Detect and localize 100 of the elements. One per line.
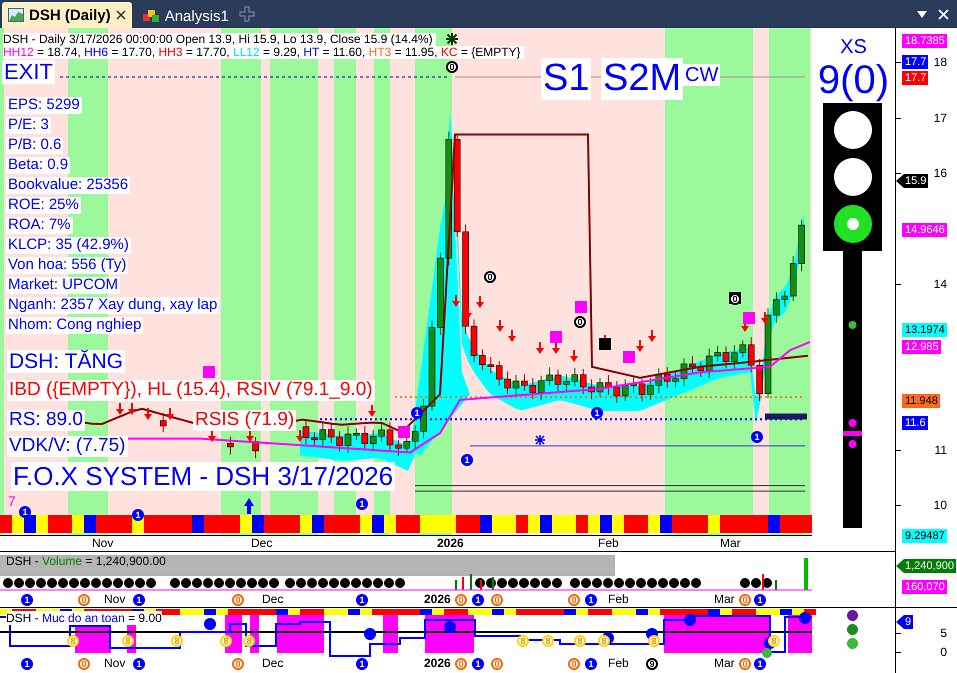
signal-marker: 1: [356, 594, 368, 606]
signal-square: [599, 338, 611, 350]
signal-marker: 8: [648, 635, 660, 647]
sell-arrow-icon: [452, 295, 460, 307]
price-tag: 9.29487: [902, 529, 947, 543]
level-dot: [684, 614, 696, 626]
fundamental-label: Beta: 0.9: [6, 157, 70, 174]
date-label: Dec: [262, 656, 284, 670]
candlestick: [563, 374, 570, 392]
price-tag: 160,070: [902, 580, 947, 594]
date-label: Dec: [262, 592, 284, 606]
sell-arrow-icon: [368, 405, 376, 417]
fundamental-label: ROE: 25%: [6, 197, 81, 214]
fundamental-label: P/E: 3: [6, 117, 51, 134]
candlestick: [521, 374, 528, 392]
level-dot: [444, 621, 456, 633]
signal-square: [398, 426, 410, 438]
sell-arrow-icon: [536, 342, 544, 354]
signal-marker: 8: [220, 635, 232, 647]
candlestick: [638, 378, 646, 402]
sell-arrow-icon: [476, 296, 484, 308]
volume-title: DSH - Volume = 1,240,900.00: [6, 554, 166, 568]
candlestick: [714, 345, 721, 362]
vdk-label: VDK/V: (7.75): [7, 436, 128, 457]
date-label: 2026: [437, 536, 464, 550]
price-tag: 13.1974: [902, 323, 947, 337]
chart-tab[interactable]: DSH (Daily): [2, 2, 132, 28]
signal-marker: 8: [768, 635, 780, 647]
candlestick: [680, 358, 688, 387]
signal-square: [623, 351, 635, 363]
sell-arrow-icon: [761, 312, 769, 324]
candlestick: [479, 348, 486, 371]
chart-tab[interactable]: Analysis1: [136, 4, 235, 28]
fundamental-label: EPS: 5299: [6, 97, 82, 114]
sell-arrow-icon: [648, 330, 656, 342]
sell-arrow-icon: [296, 430, 304, 442]
price-tag: 11.6: [902, 416, 928, 430]
chart-header: DSH - Daily 3/17/2026 00:00:00 Open 13.9, Hi 15.9, Lo 13.9, Close 15.9 (14.4%): [3, 33, 436, 46]
date-label: Mar: [714, 592, 735, 606]
price-tag: 11.948: [902, 394, 940, 408]
sell-arrow-icon: [246, 430, 254, 442]
date-label: 2026: [424, 656, 451, 670]
axis-tick: 17: [934, 111, 947, 125]
dropdown-icon[interactable]: [916, 9, 928, 19]
signal-marker: 0: [78, 594, 90, 606]
ibd-label: IBD ({EMPTY}), HL (15.4), RSIV (79.1_9.0): [7, 380, 375, 401]
add-tab-icon[interactable]: [238, 6, 255, 22]
exit-label: EXIT: [2, 60, 55, 84]
signal-marker: 0: [491, 594, 503, 606]
price-tag: 14.9646: [902, 223, 947, 237]
axis-tick: 18: [934, 55, 947, 69]
pole-bar: [843, 431, 862, 436]
signal-marker: 8: [243, 635, 255, 647]
signal-marker: 8: [171, 635, 183, 647]
candlestick: [756, 358, 763, 402]
candlestick: [504, 370, 511, 395]
sell-arrow-icon: [570, 350, 578, 362]
date-label: Feb: [608, 592, 629, 606]
signal-marker: 9: [646, 658, 658, 670]
candlestick: [605, 374, 612, 396]
candlestick: [470, 318, 478, 363]
volume-bar: [804, 558, 808, 590]
date-label: 2026: [424, 592, 451, 606]
signal-marker: 1: [585, 658, 597, 670]
date-label: Nov: [92, 536, 114, 550]
candlestick: [731, 344, 738, 370]
candlestick: [302, 418, 310, 445]
blocks-icon: [142, 9, 160, 23]
signal-marker: 0: [739, 658, 751, 670]
signal-marker: 1: [754, 658, 766, 670]
axis-tick: 0: [940, 645, 947, 659]
pole-dot: [848, 419, 856, 427]
signal-marker: 1: [21, 594, 33, 606]
candlestick: [344, 426, 352, 454]
axis-tick: 10: [934, 498, 947, 512]
fundamental-label: Market: UPCOM: [6, 277, 120, 294]
price-tag: 15.9: [896, 174, 928, 188]
signal-marker: 0: [568, 594, 580, 606]
signal-marker: 0: [232, 658, 244, 670]
price-tag: 9: [896, 615, 914, 629]
price-tag: 1,240,900: [896, 559, 956, 573]
fundamental-label: Bookvalue: 25356: [6, 177, 130, 194]
price-tag: 17.7: [902, 71, 928, 85]
candlestick: [395, 440, 402, 456]
axis-tick: 11: [934, 443, 947, 457]
buy-arrow-icon: [244, 498, 254, 514]
signal-marker: 8: [542, 635, 554, 647]
candlestick: [689, 356, 696, 374]
signal-square: [550, 331, 562, 343]
candlestick: [546, 366, 553, 387]
candlestick: [353, 428, 360, 440]
candlestick: [722, 346, 730, 369]
axis-tick: 14: [934, 277, 947, 291]
signal-square: [203, 366, 215, 378]
sell-arrow-icon: [166, 408, 174, 420]
snowflake-icon: [535, 435, 545, 445]
date-label: Feb: [608, 656, 629, 670]
close-icon[interactable]: [116, 10, 126, 20]
asterisk-icon: [446, 33, 458, 45]
rsis-label: RSIS (71.9): [193, 410, 296, 431]
